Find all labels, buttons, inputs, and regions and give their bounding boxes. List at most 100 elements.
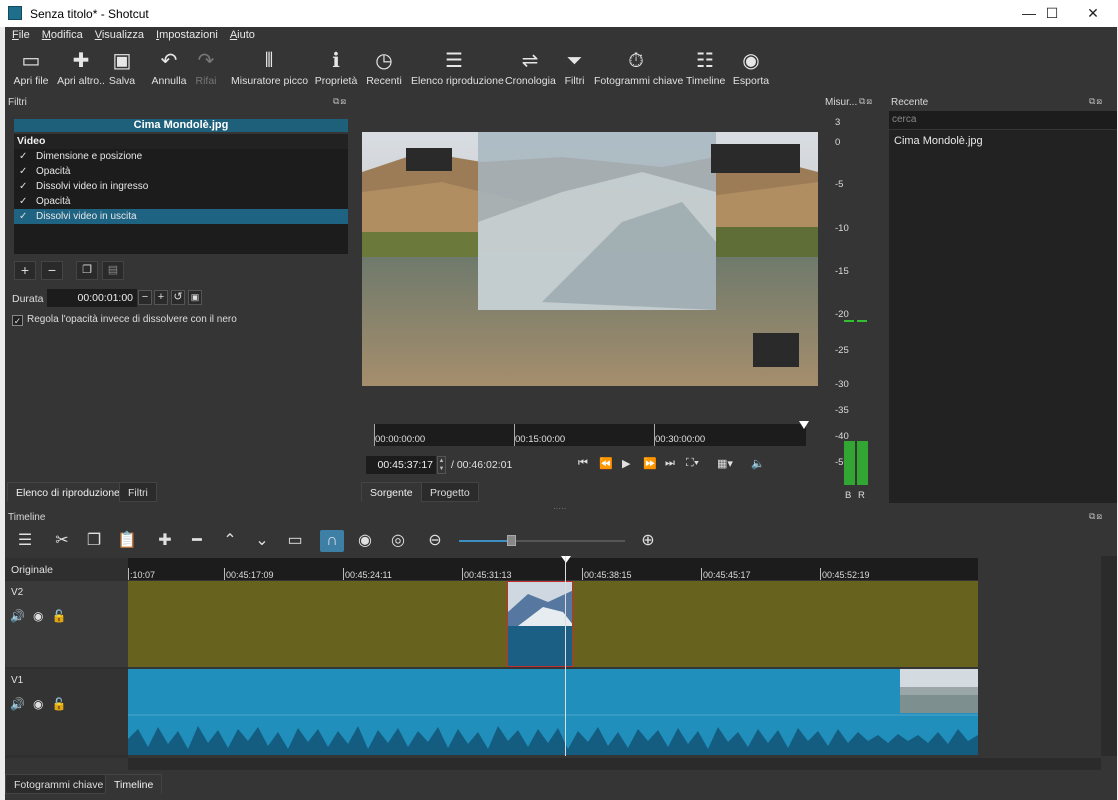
timeline-horizontal-scrollbar[interactable] [128, 758, 1101, 770]
filter-list[interactable]: Video ✓ Dimensione e posizione ✓ Opacità ✓… [14, 134, 348, 254]
copy-icon[interactable]: ❐ [82, 530, 106, 552]
paste-icon[interactable]: 📋 [115, 530, 139, 552]
filter-item[interactable]: ✓ Dimensione e posizione [14, 149, 348, 164]
timeline-button[interactable]: ☷ Timeline [686, 49, 725, 93]
open-file-button[interactable]: ▭ Apri file [13, 49, 49, 93]
checkbox-icon[interactable]: ✓ [12, 315, 23, 326]
filters-panel-float-close[interactable]: ⧉⊠ [333, 96, 347, 107]
lift-icon[interactable]: ⌃ [218, 530, 242, 552]
durata-input[interactable]: 00:00:01:00 [47, 289, 137, 307]
timeline-vertical-scrollbar[interactable] [1101, 556, 1117, 756]
recent-search-input[interactable]: cerca [889, 111, 1117, 129]
grid-icon[interactable]: ▦▾ [717, 457, 733, 470]
copy-filter-button[interactable]: ❐ [76, 261, 98, 280]
overwrite-icon[interactable]: ⌄ [250, 530, 274, 552]
add-filter-button[interactable]: + [14, 261, 36, 280]
timecode-spinner[interactable]: ▲ ▼ [437, 456, 446, 474]
export-button[interactable]: ◉ Esporta [732, 49, 770, 93]
timeline-panel-float-close[interactable]: ⧉⊠ [1089, 511, 1103, 522]
zoom-in-icon[interactable]: ⊕ [636, 530, 660, 552]
meter-panel-float-close[interactable]: ⧉⊠ [859, 96, 873, 107]
clip-cima-mondole[interactable] [507, 581, 573, 667]
peak-indicator [857, 320, 867, 322]
fast-forward-icon[interactable]: ⏩ [643, 457, 657, 470]
tab-progetto[interactable]: Progetto [421, 482, 479, 502]
checkmark-icon[interactable]: ✓ [19, 164, 33, 179]
timeline-playhead-marker[interactable] [561, 556, 571, 563]
remove-filter-button[interactable]: − [41, 261, 63, 280]
checkmark-icon[interactable]: ✓ [19, 209, 33, 224]
remove-icon[interactable]: ━ [185, 530, 209, 552]
zoom-slider-handle[interactable] [507, 535, 516, 546]
tab-sorgente[interactable]: Sorgente [361, 482, 422, 502]
zoom-out-icon[interactable]: ⊖ [423, 530, 447, 552]
rewind-icon[interactable]: ⏪ [599, 457, 613, 470]
tab-filtri[interactable]: Filtri [119, 482, 157, 502]
scrubber-playhead[interactable] [799, 421, 809, 429]
menu-aiuto[interactable]: Aiuto [223, 27, 260, 41]
snap-icon[interactable]: ∩ [320, 530, 344, 552]
durata-save-preset-button[interactable]: ▣ [188, 290, 202, 305]
checkmark-icon[interactable]: ✓ [19, 179, 33, 194]
checkmark-icon[interactable]: ✓ [19, 194, 33, 209]
eye-icon[interactable]: ◉ [33, 697, 43, 711]
tab-fotogrammi-chiave[interactable]: Fotogrammi chiave [5, 774, 113, 794]
tab-elenco-riproduzione[interactable]: Elenco di riproduzione [7, 482, 129, 502]
play-icon[interactable]: ▶ [622, 457, 630, 470]
menu-file[interactable]: File [5, 27, 35, 41]
ripple-icon[interactable]: ◎ [386, 530, 410, 552]
durata-decrement-button[interactable]: − [138, 290, 152, 305]
keyframes-button[interactable]: ⏱ Fotogrammi chiave [594, 49, 683, 93]
lock-icon[interactable]: 🔓 [51, 609, 66, 623]
playlist-button[interactable]: ☰ Elenco riproduzione [411, 49, 504, 93]
menu-modifica[interactable]: Modifica [35, 27, 88, 41]
filter-item[interactable]: ✓ Dissolvi video in ingresso [14, 179, 348, 194]
filter-item[interactable]: ✓ Opacità [14, 164, 348, 179]
regola-opacita-checkbox[interactable]: ✓ Regola l'opacità invece di dissolvere c… [12, 314, 237, 326]
maximize-button[interactable]: ☐ [1029, 0, 1075, 27]
mute-icon[interactable]: 🔊 [10, 609, 25, 623]
video-preview[interactable] [362, 132, 818, 386]
mute-icon[interactable]: 🔊 [10, 697, 25, 711]
durata-increment-button[interactable]: + [154, 290, 168, 305]
filter-item-selected[interactable]: ✓ Dissolvi video in uscita [14, 209, 348, 224]
track-v2[interactable] [128, 581, 978, 667]
append-icon[interactable]: ✚ [153, 530, 177, 552]
undo-button[interactable]: ↶ Annulla [150, 49, 188, 93]
skip-previous-icon[interactable]: ⏮ [578, 457, 588, 470]
timeline-ruler[interactable]: :10:07 00:45:17:09 00:45:24:11 00:45:31:… [128, 558, 978, 580]
timeline-menu-icon[interactable]: ☰ [13, 530, 37, 552]
timecode-input[interactable]: 00:45:37:17 [366, 456, 436, 474]
skip-next-icon[interactable]: ⏭ [665, 457, 675, 470]
volume-icon[interactable]: 🔈 [751, 457, 765, 470]
redo-button[interactable]: ↷ Rifai [192, 49, 220, 93]
track-v1[interactable] [128, 669, 978, 755]
save-button[interactable]: ▣ Salva [108, 49, 136, 93]
menu-impostazioni[interactable]: Impostazioni [149, 27, 223, 41]
durata-reset-button[interactable]: ↺ [171, 290, 185, 305]
recent-panel-float-close[interactable]: ⧉⊠ [1089, 96, 1103, 107]
eye-icon[interactable]: ◉ [33, 609, 43, 623]
recent-button[interactable]: ◷ Recenti [366, 49, 402, 93]
open-other-button[interactable]: ✚ Apri altro.. [57, 49, 105, 93]
filters-button[interactable]: ⏷ Filtri [562, 49, 587, 93]
viewer-scrubber[interactable]: 00:00:00:00 00:15:00:00 00:30:00:00 [374, 421, 809, 446]
paste-filter-button[interactable]: ▤ [102, 261, 124, 280]
checkmark-icon[interactable]: ✓ [19, 149, 33, 164]
timeline-playhead[interactable] [565, 556, 566, 756]
close-button[interactable]: ✕ [1070, 0, 1116, 27]
tab-timeline[interactable]: Timeline [105, 774, 163, 794]
scrub-icon[interactable]: ◉ [353, 530, 377, 552]
track-header-v2[interactable]: V2 🔊 ◉ 🔓 [5, 581, 128, 667]
menu-visualizza[interactable]: Visualizza [88, 27, 149, 41]
properties-button[interactable]: ℹ Proprietà [314, 49, 358, 93]
peak-meter-button[interactable]: ⦀ Misuratore picco [231, 49, 308, 93]
lock-icon[interactable]: 🔓 [51, 697, 66, 711]
split-icon[interactable]: ▭ [283, 530, 307, 552]
history-button[interactable]: ⇌ Cronologia [505, 49, 556, 93]
zoom-fit-icon[interactable]: ⛶▾ [686, 457, 699, 470]
recent-item[interactable]: Cima Mondolè.jpg [894, 135, 983, 147]
track-header-v1[interactable]: V1 🔊 ◉ 🔓 [5, 669, 128, 755]
cut-icon[interactable]: ✂ [50, 530, 74, 552]
filter-item[interactable]: ✓ Opacità [14, 194, 348, 209]
